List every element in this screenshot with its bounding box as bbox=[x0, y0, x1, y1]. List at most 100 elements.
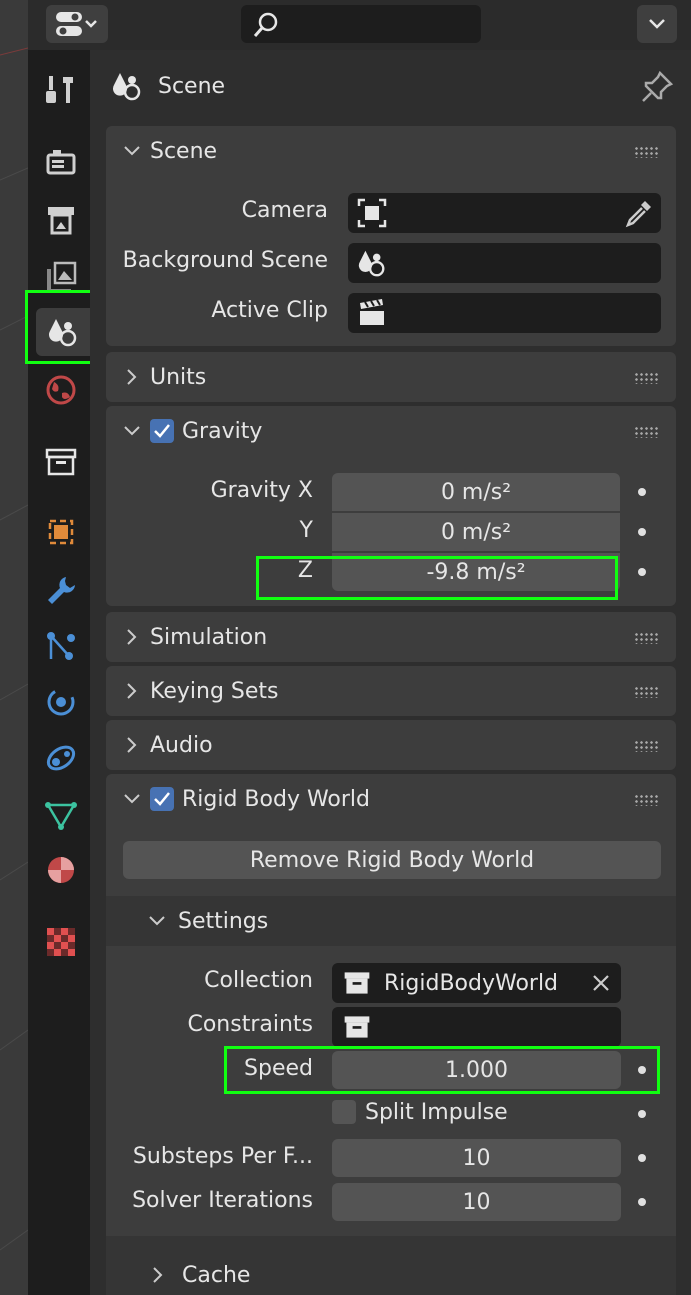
pin-button[interactable] bbox=[640, 70, 674, 108]
chevron-right-icon bbox=[120, 736, 144, 754]
collection-icon bbox=[344, 972, 370, 994]
drag-grip-icon[interactable] bbox=[634, 426, 660, 438]
tab-particles[interactable] bbox=[36, 622, 86, 670]
collection-icon bbox=[45, 448, 77, 476]
3d-viewport-edge bbox=[0, 0, 28, 1295]
context-breadcrumb: Scene bbox=[110, 64, 225, 108]
units-panel-title: Units bbox=[150, 364, 207, 390]
rigid-body-world-panel-header[interactable]: Rigid Body World bbox=[106, 774, 676, 824]
simulation-panel-header[interactable]: Simulation bbox=[106, 612, 676, 662]
chevron-right-icon bbox=[120, 628, 144, 646]
tab-render[interactable] bbox=[36, 138, 86, 186]
tab-tool[interactable] bbox=[36, 66, 86, 114]
gravity-y-label: Y bbox=[299, 518, 313, 543]
audio-panel-header[interactable]: Audio bbox=[106, 720, 676, 770]
drag-grip-icon[interactable] bbox=[634, 686, 660, 698]
drag-grip-icon[interactable] bbox=[634, 740, 660, 752]
chevron-right-icon bbox=[120, 368, 144, 386]
texture-icon bbox=[47, 928, 75, 956]
tab-world[interactable] bbox=[36, 366, 86, 414]
gravity-y-field[interactable]: 0 m/s² bbox=[332, 513, 620, 551]
settings-subpanel-header[interactable]: Settings bbox=[106, 896, 676, 946]
keyframe-dot-icon[interactable] bbox=[638, 1198, 646, 1206]
wrench-icon bbox=[48, 577, 75, 604]
remove-rigid-body-world-button[interactable]: Remove Rigid Body World bbox=[123, 841, 661, 879]
editor-type-button[interactable] bbox=[46, 5, 108, 43]
solver-iterations-value: 10 bbox=[462, 1189, 491, 1215]
drag-grip-icon[interactable] bbox=[634, 372, 660, 384]
gravity-z-label: Z bbox=[297, 558, 313, 583]
tab-constraints[interactable] bbox=[36, 734, 86, 782]
camera-object-icon bbox=[357, 198, 387, 228]
tab-material[interactable] bbox=[36, 846, 86, 894]
tab-output[interactable] bbox=[36, 196, 86, 244]
search-input[interactable] bbox=[241, 5, 481, 43]
tab-physics[interactable] bbox=[36, 678, 86, 726]
gravity-panel-header[interactable]: Gravity bbox=[106, 406, 676, 456]
constraints-field[interactable] bbox=[332, 1007, 621, 1047]
camera-field[interactable] bbox=[348, 193, 661, 233]
simulation-panel-title: Simulation bbox=[150, 624, 268, 650]
solver-iterations-field[interactable]: 10 bbox=[332, 1183, 621, 1221]
scene-panel-header[interactable]: Scene bbox=[106, 126, 676, 176]
keyframe-dot-icon[interactable] bbox=[638, 1154, 646, 1162]
background-scene-field[interactable] bbox=[348, 243, 661, 283]
drag-grip-icon[interactable] bbox=[634, 794, 660, 806]
chevron-down-icon bbox=[120, 425, 144, 437]
gravity-x-field[interactable]: 0 m/s² bbox=[332, 473, 620, 511]
cache-subpanel-header[interactable]: Cache bbox=[106, 1236, 676, 1295]
rigid-body-world-checkbox[interactable] bbox=[150, 787, 174, 811]
collection-label: Collection bbox=[204, 968, 313, 993]
scene-icon bbox=[49, 319, 77, 347]
scene-icon bbox=[358, 250, 385, 277]
tab-collection[interactable] bbox=[36, 438, 86, 486]
substeps-field[interactable]: 10 bbox=[332, 1139, 621, 1177]
drag-grip-icon[interactable] bbox=[634, 146, 660, 158]
rigid-body-world-panel-title: Rigid Body World bbox=[182, 786, 371, 812]
eyedropper-icon[interactable] bbox=[623, 197, 655, 229]
keyframe-dot-icon[interactable] bbox=[638, 528, 646, 536]
chevron-right-icon bbox=[120, 682, 144, 700]
cache-title: Cache bbox=[182, 1262, 251, 1288]
pin-icon bbox=[642, 70, 674, 102]
tab-texture[interactable] bbox=[36, 918, 86, 966]
search-icon bbox=[253, 12, 278, 37]
speed-field[interactable]: 1.000 bbox=[332, 1051, 621, 1089]
remove-rigid-body-world-label: Remove Rigid Body World bbox=[249, 847, 535, 873]
gravity-panel-title: Gravity bbox=[182, 418, 263, 444]
tab-object[interactable] bbox=[36, 508, 86, 556]
clip-icon bbox=[360, 299, 384, 325]
camera-label: Camera bbox=[241, 198, 328, 223]
substeps-value: 10 bbox=[462, 1145, 491, 1171]
output-icon bbox=[48, 207, 74, 235]
options-dropdown-button[interactable] bbox=[637, 5, 677, 43]
chevron-down-icon bbox=[120, 793, 144, 805]
keying-sets-panel: Keying Sets bbox=[106, 666, 676, 716]
properties-tabs bbox=[28, 50, 90, 1295]
close-icon[interactable] bbox=[591, 973, 611, 993]
gravity-checkbox[interactable] bbox=[150, 419, 174, 443]
solver-iterations-label: Solver Iterations bbox=[132, 1188, 313, 1213]
tab-scene[interactable] bbox=[36, 308, 90, 356]
chevron-down-icon bbox=[148, 915, 172, 927]
active-clip-field[interactable] bbox=[348, 293, 661, 333]
units-panel-header[interactable]: Units bbox=[106, 352, 676, 402]
drag-grip-icon[interactable] bbox=[634, 632, 660, 644]
gravity-z-field[interactable]: -9.8 m/s² bbox=[332, 553, 620, 591]
tab-data[interactable] bbox=[36, 790, 86, 838]
units-panel: Units bbox=[106, 352, 676, 402]
scene-panel: Scene Camera Background Scene Active Cli… bbox=[106, 126, 676, 346]
keyframe-dot-icon[interactable] bbox=[638, 488, 646, 496]
collection-field[interactable]: RigidBodyWorld bbox=[332, 963, 621, 1003]
properties-header bbox=[28, 0, 691, 50]
tab-modifiers[interactable] bbox=[36, 566, 86, 614]
keyframe-dot-icon[interactable] bbox=[638, 1066, 646, 1074]
tab-view-layer[interactable] bbox=[36, 252, 86, 300]
keyframe-dot-icon[interactable] bbox=[638, 1110, 646, 1118]
simulation-panel: Simulation bbox=[106, 612, 676, 662]
keying-sets-panel-header[interactable]: Keying Sets bbox=[106, 666, 676, 716]
split-impulse-checkbox[interactable] bbox=[332, 1100, 356, 1124]
particles-icon bbox=[47, 632, 75, 660]
keyframe-dot-icon[interactable] bbox=[638, 568, 646, 576]
gravity-panel: Gravity Gravity X 0 m/s² Y 0 m/s² Z -9.8… bbox=[106, 406, 676, 606]
